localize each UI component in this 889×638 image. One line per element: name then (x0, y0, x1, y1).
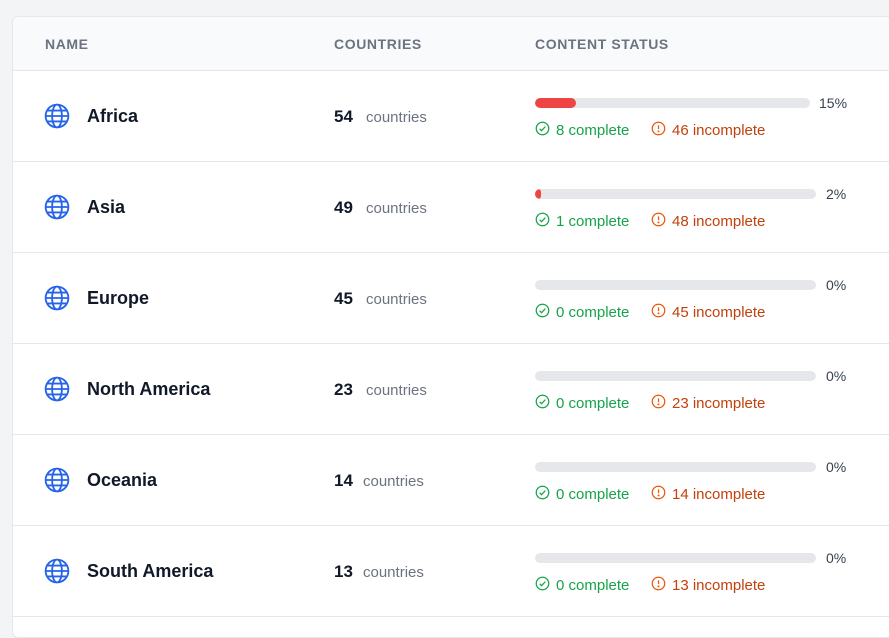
complete-status: 1 complete (535, 212, 629, 231)
progress-bar (535, 98, 810, 108)
check-circle-icon (535, 303, 556, 322)
incomplete-status: 46 incomplete (651, 121, 765, 140)
progress-bar (535, 280, 816, 290)
complete-count: 0 complete (556, 486, 630, 503)
country-count: 13 (334, 562, 353, 581)
check-circle-icon (535, 121, 556, 140)
progress-bar-fill (535, 189, 541, 199)
incomplete-count: 48 incomplete (672, 213, 766, 230)
column-header-countries[interactable]: COUNTRIES (334, 36, 422, 52)
globe-icon (44, 376, 70, 402)
progress-percent: 2% (826, 186, 847, 202)
incomplete-count: 45 incomplete (672, 304, 766, 321)
progress-percent: 0% (826, 277, 847, 293)
complete-status: 0 complete (535, 394, 629, 413)
region-name[interactable]: South America (87, 561, 213, 582)
complete-status: 0 complete (535, 303, 629, 322)
column-header-content-status[interactable]: CONTENT STATUS (535, 36, 669, 52)
progress-bar-fill (535, 98, 577, 108)
check-circle-icon (535, 576, 556, 595)
country-count: 45 (334, 289, 353, 308)
table-row[interactable]: Africa 54 countries 15% 8 complete 46 in… (13, 71, 889, 162)
progress-bar (535, 462, 816, 472)
table-row[interactable]: Oceania 14 countries 0% 0 complete 14 in… (13, 435, 889, 526)
incomplete-count: 46 incomplete (672, 122, 766, 139)
globe-icon (44, 285, 70, 311)
alert-circle-icon (651, 485, 672, 504)
country-count: 23 (334, 380, 353, 399)
complete-count: 0 complete (556, 304, 630, 321)
table-row[interactable]: South America 13 countries 0% 0 complete… (13, 526, 889, 617)
region-name[interactable]: Africa (87, 106, 138, 127)
progress-bar (535, 189, 816, 199)
country-count-label: countries (366, 382, 427, 399)
globe-icon (44, 558, 70, 584)
regions-table: NAME COUNTRIES CONTENT STATUS Africa 54 … (12, 16, 889, 638)
region-name[interactable]: Europe (87, 288, 149, 309)
alert-circle-icon (651, 121, 672, 140)
complete-count: 1 complete (556, 213, 630, 230)
table-header: NAME COUNTRIES CONTENT STATUS (13, 17, 889, 71)
country-count: 49 (334, 198, 353, 217)
incomplete-status: 13 incomplete (651, 576, 765, 595)
complete-count: 0 complete (556, 577, 630, 594)
country-count-label: countries (366, 109, 427, 126)
table-row[interactable]: Asia 49 countries 2% 1 complete 48 incom… (13, 162, 889, 253)
progress-percent: 0% (826, 459, 847, 475)
region-name[interactable]: Asia (87, 197, 125, 218)
region-name[interactable]: Oceania (87, 470, 157, 491)
country-count-label: countries (366, 200, 427, 217)
complete-count: 0 complete (556, 395, 630, 412)
country-count-label: countries (363, 564, 424, 581)
incomplete-status: 23 incomplete (651, 394, 765, 413)
check-circle-icon (535, 394, 556, 413)
progress-percent: 0% (826, 550, 847, 566)
incomplete-status: 45 incomplete (651, 303, 765, 322)
table-body: Africa 54 countries 15% 8 complete 46 in… (13, 71, 889, 617)
progress-bar (535, 371, 816, 381)
globe-icon (44, 467, 70, 493)
incomplete-count: 13 incomplete (672, 577, 766, 594)
alert-circle-icon (651, 576, 672, 595)
alert-circle-icon (651, 394, 672, 413)
incomplete-count: 14 incomplete (672, 486, 766, 503)
alert-circle-icon (651, 303, 672, 322)
complete-status: 0 complete (535, 576, 629, 595)
table-row[interactable]: Europe 45 countries 0% 0 complete 45 inc… (13, 253, 889, 344)
country-count: 14 (334, 471, 353, 490)
table-row[interactable]: North America 23 countries 0% 0 complete… (13, 344, 889, 435)
progress-percent: 15% (819, 95, 848, 111)
complete-count: 8 complete (556, 122, 630, 139)
incomplete-count: 23 incomplete (672, 395, 766, 412)
complete-status: 8 complete (535, 121, 629, 140)
column-header-name[interactable]: NAME (45, 36, 89, 52)
incomplete-status: 14 incomplete (651, 485, 765, 504)
globe-icon (44, 194, 70, 220)
alert-circle-icon (651, 212, 672, 231)
country-count-label: countries (366, 291, 427, 308)
globe-icon (44, 103, 70, 129)
check-circle-icon (535, 485, 556, 504)
incomplete-status: 48 incomplete (651, 212, 765, 231)
country-count-label: countries (363, 473, 424, 490)
check-circle-icon (535, 212, 556, 231)
progress-bar (535, 553, 816, 563)
progress-percent: 0% (826, 368, 847, 384)
region-name[interactable]: North America (87, 379, 210, 400)
country-count: 54 (334, 107, 353, 126)
complete-status: 0 complete (535, 485, 629, 504)
